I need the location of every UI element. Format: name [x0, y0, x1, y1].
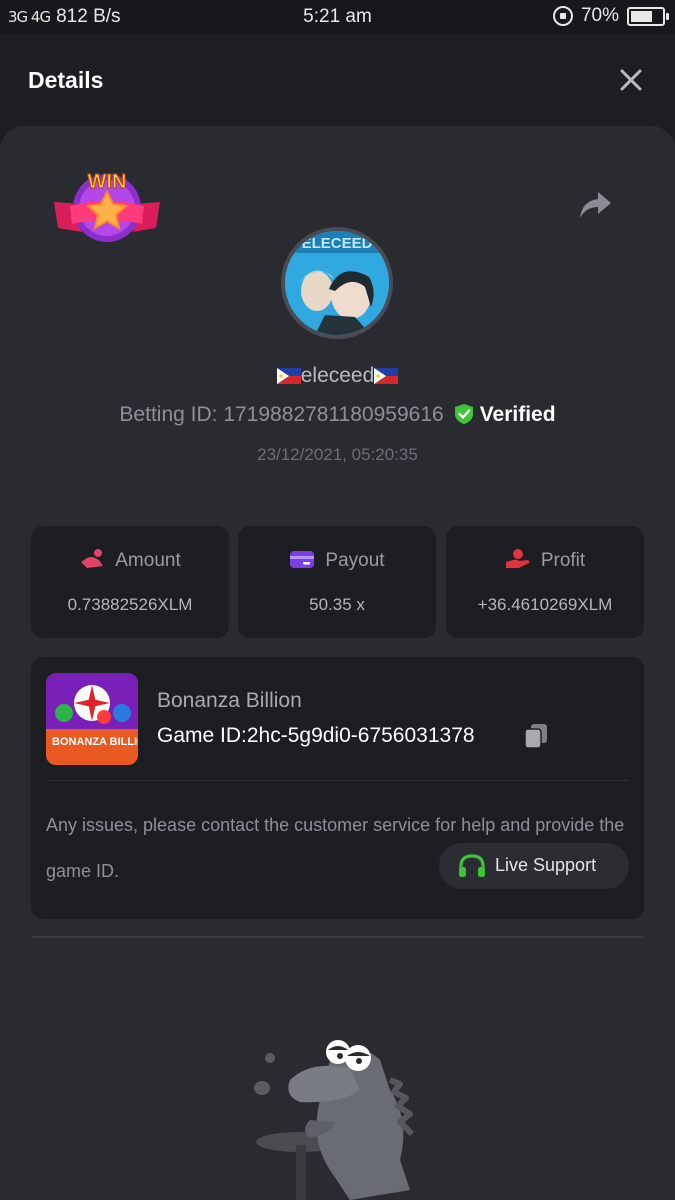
live-support-label: Live Support	[495, 855, 597, 875]
betting-id-label: Betting ID:	[119, 403, 218, 426]
bet-coin-icon	[81, 549, 104, 568]
stat-profit: Profit +36.4610269XLM	[446, 526, 644, 638]
card-icon	[290, 551, 315, 568]
stat-payout-value: 50.35 x	[309, 595, 365, 614]
verified-label: Verified	[479, 403, 556, 426]
username-text: eleceed	[300, 364, 375, 387]
game-card: BONANZA BILLION Bonanza Billion Game ID:…	[31, 657, 644, 919]
game-thumbnail-image: BONANZA BILLION	[46, 673, 138, 765]
status-bar: 3G 4G 812 B/s 5:21 am 70%	[0, 0, 675, 34]
stat-payout-label: Payout	[325, 550, 385, 571]
game-id-row: Game ID:2hc-5g9di0-6756031378	[157, 724, 475, 748]
avatar: ELECEED	[281, 227, 393, 339]
game-thumb-title: BONANZA BILLION	[52, 736, 138, 748]
crocodile-mascot-icon	[254, 1040, 415, 1200]
username: eleceed	[0, 364, 675, 388]
divider	[46, 780, 629, 781]
headset-icon	[459, 854, 485, 877]
battery-percent: 70%	[580, 5, 619, 26]
philippines-flag-icon	[374, 368, 399, 384]
avatar-image: ELECEED	[285, 231, 389, 335]
game-name: Bonanza Billion	[157, 689, 302, 712]
rotation-lock-icon	[552, 6, 573, 26]
stat-profit-value: +36.4610269XLM	[477, 595, 613, 614]
close-icon[interactable]	[617, 66, 645, 94]
live-support-button[interactable]: Live Support	[439, 843, 629, 889]
game-id: 2hc-5g9di0-6756031378	[246, 724, 475, 747]
svg-text:ELECEED: ELECEED	[302, 235, 373, 252]
stat-amount: Amount 0.73882526XLM	[31, 526, 229, 638]
win-badge-icon: WIN	[54, 171, 160, 242]
betting-id: 1719882781180959616	[223, 403, 444, 426]
game-id-label: Game ID:	[157, 724, 247, 747]
section-divider	[31, 936, 644, 938]
stat-payout: Payout 50.35 x	[238, 526, 436, 638]
battery-icon	[627, 6, 669, 26]
share-icon[interactable]	[578, 190, 612, 220]
copy-icon[interactable]	[524, 723, 548, 749]
svg-text:WIN: WIN	[88, 171, 127, 193]
hand-money-icon	[505, 549, 530, 568]
bet-date: 23/12/2021, 05:20:35	[257, 445, 418, 464]
betting-id-row: Betting ID: 1719882781180959616 Verified	[0, 403, 675, 427]
stat-profit-label: Profit	[540, 550, 586, 571]
details-header: Details	[0, 34, 675, 126]
page-title: Details	[28, 67, 104, 93]
game-thumbnail[interactable]: BONANZA BILLION	[46, 673, 138, 765]
stat-amount-value: 0.73882526XLM	[67, 595, 193, 614]
verified-shield-icon	[454, 404, 473, 424]
stat-amount-label: Amount	[115, 550, 181, 571]
philippines-flag-icon	[276, 368, 301, 384]
